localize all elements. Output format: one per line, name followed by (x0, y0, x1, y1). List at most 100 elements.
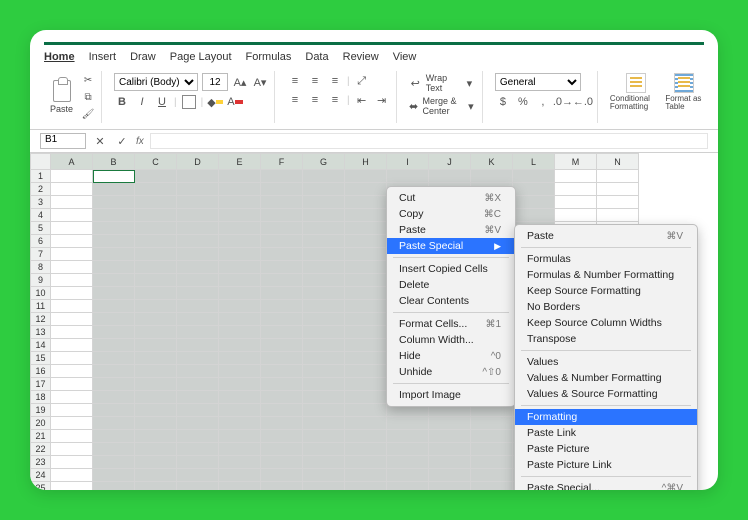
cell-D19[interactable] (177, 404, 219, 417)
cell-G21[interactable] (303, 430, 345, 443)
cell-J22[interactable] (429, 443, 471, 456)
cell-B9[interactable] (93, 274, 135, 287)
menu-item-keep-source-column-widths[interactable]: Keep Source Column Widths (515, 315, 697, 331)
cell-C20[interactable] (135, 417, 177, 430)
col-header-F[interactable]: F (261, 154, 303, 170)
menu-item-transpose[interactable]: Transpose (515, 331, 697, 347)
cell-B5[interactable] (93, 222, 135, 235)
menu-item-formulas-number-formatting[interactable]: Formulas & Number Formatting (515, 267, 697, 283)
cell-F17[interactable] (261, 378, 303, 391)
cell-M2[interactable] (555, 183, 597, 196)
cell-A7[interactable] (51, 248, 93, 261)
row-header-10[interactable]: 10 (31, 287, 51, 300)
font-color-button[interactable]: A (227, 94, 243, 110)
tab-view[interactable]: View (393, 51, 417, 63)
cell-N3[interactable] (597, 196, 639, 209)
cell-B15[interactable] (93, 352, 135, 365)
menu-item-values-source-formatting[interactable]: Values & Source Formatting (515, 386, 697, 402)
cell-H2[interactable] (345, 183, 387, 196)
cell-E21[interactable] (219, 430, 261, 443)
number-format-select[interactable]: General (495, 73, 581, 91)
cell-F3[interactable] (261, 196, 303, 209)
cell-M4[interactable] (555, 209, 597, 222)
menu-item-paste-link[interactable]: Paste Link (515, 425, 697, 441)
row-header-13[interactable]: 13 (31, 326, 51, 339)
cell-D7[interactable] (177, 248, 219, 261)
cell-D25[interactable] (177, 482, 219, 491)
cell-E18[interactable] (219, 391, 261, 404)
cell-N4[interactable] (597, 209, 639, 222)
cell-C12[interactable] (135, 313, 177, 326)
cell-D24[interactable] (177, 469, 219, 482)
cell-K20[interactable] (471, 417, 513, 430)
cell-H21[interactable] (345, 430, 387, 443)
cell-C5[interactable] (135, 222, 177, 235)
cell-J1[interactable] (429, 170, 471, 183)
wrap-text-label[interactable]: Wrap Text (426, 73, 459, 93)
cell-G3[interactable] (303, 196, 345, 209)
row-header-24[interactable]: 24 (31, 469, 51, 482)
cell-F1[interactable] (261, 170, 303, 183)
cell-G13[interactable] (303, 326, 345, 339)
cell-H23[interactable] (345, 456, 387, 469)
cell-E22[interactable] (219, 443, 261, 456)
cell-E25[interactable] (219, 482, 261, 491)
row-header-21[interactable]: 21 (31, 430, 51, 443)
cell-D4[interactable] (177, 209, 219, 222)
cell-D20[interactable] (177, 417, 219, 430)
col-header-L[interactable]: L (513, 154, 555, 170)
cell-F12[interactable] (261, 313, 303, 326)
cell-A20[interactable] (51, 417, 93, 430)
cell-K24[interactable] (471, 469, 513, 482)
tab-insert[interactable]: Insert (89, 51, 117, 63)
col-header-H[interactable]: H (345, 154, 387, 170)
cell-G8[interactable] (303, 261, 345, 274)
font-size-input[interactable] (202, 73, 228, 91)
cell-G17[interactable] (303, 378, 345, 391)
border-button[interactable] (181, 94, 197, 110)
cell-F4[interactable] (261, 209, 303, 222)
cell-D12[interactable] (177, 313, 219, 326)
select-all-corner[interactable] (31, 154, 51, 170)
cell-A17[interactable] (51, 378, 93, 391)
cell-A16[interactable] (51, 365, 93, 378)
cell-E15[interactable] (219, 352, 261, 365)
cell-H9[interactable] (345, 274, 387, 287)
copy-icon[interactable]: ⧉ (81, 90, 95, 104)
cell-M3[interactable] (555, 196, 597, 209)
cell-G18[interactable] (303, 391, 345, 404)
cell-F23[interactable] (261, 456, 303, 469)
menu-item-insert-copied-cells[interactable]: Insert Copied Cells (387, 261, 515, 277)
cell-B2[interactable] (93, 183, 135, 196)
cell-A8[interactable] (51, 261, 93, 274)
cell-F25[interactable] (261, 482, 303, 491)
cell-H13[interactable] (345, 326, 387, 339)
tab-page-layout[interactable]: Page Layout (170, 51, 232, 63)
cell-C13[interactable] (135, 326, 177, 339)
cell-C15[interactable] (135, 352, 177, 365)
cell-E11[interactable] (219, 300, 261, 313)
cell-D13[interactable] (177, 326, 219, 339)
cell-F5[interactable] (261, 222, 303, 235)
name-box[interactable]: B1 (40, 133, 86, 149)
cell-B11[interactable] (93, 300, 135, 313)
cell-C25[interactable] (135, 482, 177, 491)
cell-F13[interactable] (261, 326, 303, 339)
cell-C21[interactable] (135, 430, 177, 443)
cell-C2[interactable] (135, 183, 177, 196)
cell-F24[interactable] (261, 469, 303, 482)
cell-H12[interactable] (345, 313, 387, 326)
cell-F22[interactable] (261, 443, 303, 456)
row-header-18[interactable]: 18 (31, 391, 51, 404)
cell-I20[interactable] (387, 417, 429, 430)
row-header-17[interactable]: 17 (31, 378, 51, 391)
menu-item-format-cells-[interactable]: Format Cells...⌘1 (387, 316, 515, 332)
cut-icon[interactable]: ✂ (81, 73, 95, 87)
increase-font-icon[interactable]: A▴ (232, 74, 248, 90)
row-header-20[interactable]: 20 (31, 417, 51, 430)
cell-G5[interactable] (303, 222, 345, 235)
cell-G24[interactable] (303, 469, 345, 482)
cell-J25[interactable] (429, 482, 471, 491)
cell-A15[interactable] (51, 352, 93, 365)
cell-H16[interactable] (345, 365, 387, 378)
